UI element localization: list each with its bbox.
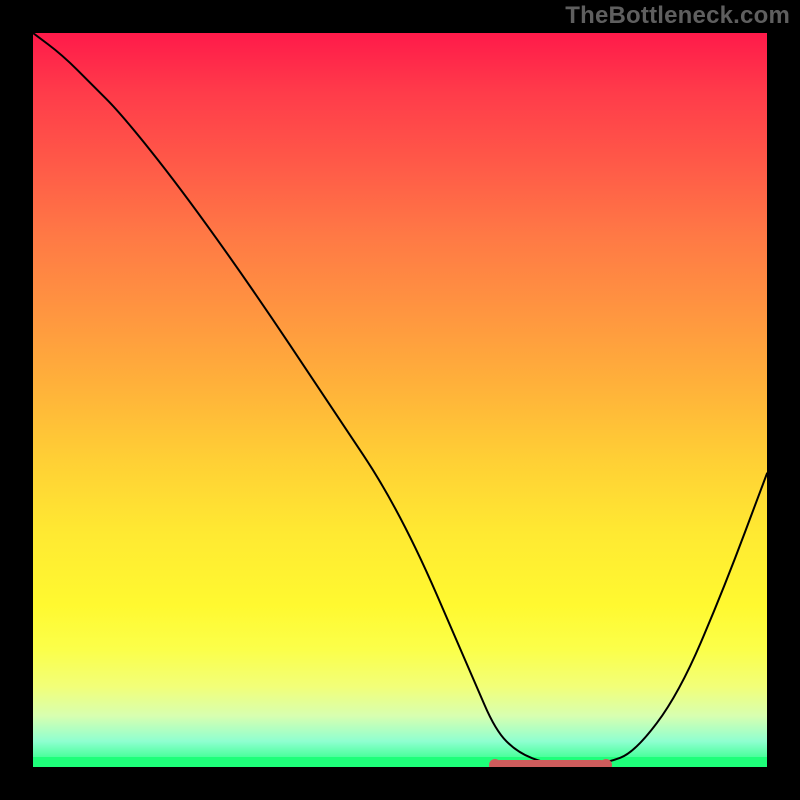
plot-area bbox=[33, 33, 767, 767]
minimum-region-marker bbox=[495, 760, 605, 767]
bottleneck-curve bbox=[33, 33, 767, 765]
watermark-text: TheBottleneck.com bbox=[565, 2, 790, 30]
chart-container: TheBottleneck.com bbox=[0, 0, 800, 800]
minimum-dot-right bbox=[600, 759, 612, 767]
bottleneck-curve-svg bbox=[33, 33, 767, 767]
